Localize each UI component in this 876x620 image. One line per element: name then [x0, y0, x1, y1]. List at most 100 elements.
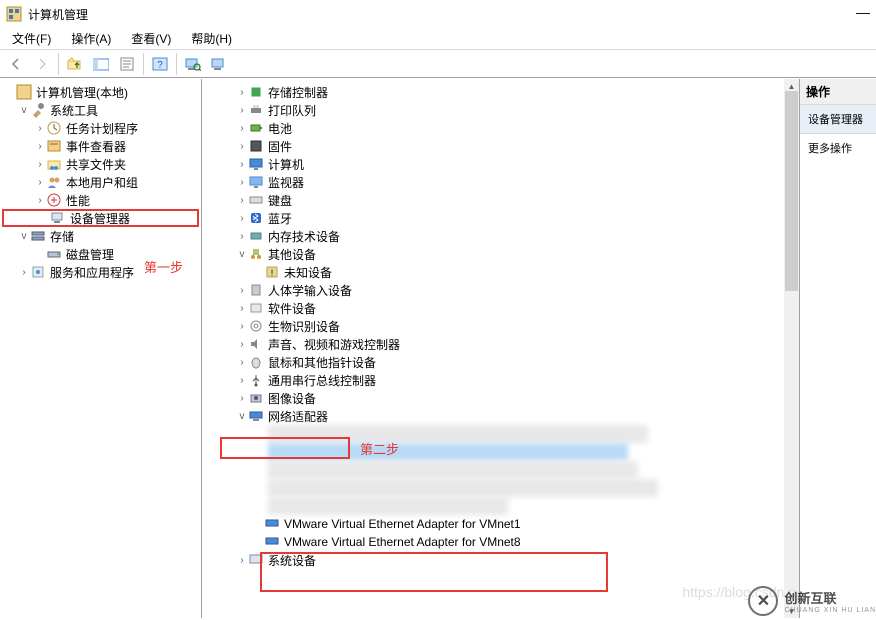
node-label: 声音、视频和游戏控制器: [268, 336, 400, 353]
keyboard-icon: [248, 192, 264, 208]
node-label: 电池: [268, 120, 292, 137]
node-sound[interactable]: ›声音、视频和游戏控制器: [202, 335, 784, 353]
tree-device-manager[interactable]: 设备管理器: [2, 209, 199, 227]
device-tree[interactable]: ›存储控制器 ›打印队列 ›电池 ›固件 ›计算机 ›监视器 ›键盘 ›蓝牙 ›…: [202, 79, 784, 618]
node-label: 软件设备: [268, 300, 316, 317]
network-icon: [248, 408, 264, 424]
node-mouse[interactable]: ›鼠标和其他指针设备: [202, 353, 784, 371]
battery-icon: [248, 120, 264, 136]
tree-task-scheduler[interactable]: ›任务计划程序: [0, 119, 201, 137]
tree-label: 系统工具: [50, 102, 98, 119]
node-network-adapters[interactable]: v网络适配器: [202, 407, 784, 425]
node-firmware[interactable]: ›固件: [202, 137, 784, 155]
node-label: 系统设备: [268, 552, 316, 569]
title-bar: 计算机管理 —: [0, 0, 876, 28]
node-label: 打印队列: [268, 102, 316, 119]
node-label: VMware Virtual Ethernet Adapter for VMne…: [284, 517, 521, 531]
biometric-icon: [248, 318, 264, 334]
tree-performance[interactable]: ›性能: [0, 191, 201, 209]
node-label: 存储控制器: [268, 84, 328, 101]
node-system-devices[interactable]: ›系统设备: [202, 551, 784, 569]
toolbar: ?: [0, 50, 876, 78]
tree-label: 设备管理器: [70, 210, 130, 227]
node-monitor[interactable]: ›监视器: [202, 173, 784, 191]
properties-button[interactable]: [115, 52, 139, 76]
node-unknown-device[interactable]: !未知设备: [202, 263, 784, 281]
performance-icon: [46, 192, 62, 208]
forward-button[interactable]: [30, 52, 54, 76]
refresh-button[interactable]: [207, 52, 231, 76]
scan-button[interactable]: [181, 52, 205, 76]
node-label: 其他设备: [268, 246, 316, 263]
node-computer[interactable]: ›计算机: [202, 155, 784, 173]
show-hide-tree-button[interactable]: [89, 52, 113, 76]
toolbar-separator: [58, 53, 59, 75]
imaging-icon: [248, 390, 264, 406]
tree-system-tools[interactable]: v系统工具: [0, 101, 201, 119]
annotation-step2: 第二步: [360, 439, 399, 458]
node-network-item-blurred[interactable]: [268, 461, 638, 479]
node-usb[interactable]: ›通用串行总线控制器: [202, 371, 784, 389]
tree-label: 共享文件夹: [66, 156, 126, 173]
sound-icon: [248, 336, 264, 352]
tree-event-viewer[interactable]: ›事件查看器: [0, 137, 201, 155]
node-hid[interactable]: ›人体学输入设备: [202, 281, 784, 299]
watermark-sub: CHUANG XIN HU LIAN: [784, 607, 876, 614]
vertical-scrollbar[interactable]: ▲ ▼: [784, 79, 799, 618]
bluetooth-icon: [248, 210, 264, 226]
node-print-queues[interactable]: ›打印队列: [202, 101, 784, 119]
node-vmnet8[interactable]: VMware Virtual Ethernet Adapter for VMne…: [202, 533, 784, 551]
node-bluetooth[interactable]: ›蓝牙: [202, 209, 784, 227]
disk-icon: [46, 246, 62, 262]
menu-file[interactable]: 文件(F): [4, 28, 59, 49]
node-software-devices[interactable]: ›软件设备: [202, 299, 784, 317]
shared-folder-icon: [46, 156, 62, 172]
center-device-tree-pane: ›存储控制器 ›打印队列 ›电池 ›固件 ›计算机 ›监视器 ›键盘 ›蓝牙 ›…: [202, 79, 800, 618]
node-keyboard[interactable]: ›键盘: [202, 191, 784, 209]
node-memory-tech[interactable]: ›内存技术设备: [202, 227, 784, 245]
left-tree-pane[interactable]: 计算机管理(本地) v系统工具 ›任务计划程序 ›事件查看器 ›共享文件夹 ›本…: [0, 79, 202, 618]
node-label: VMware Virtual Ethernet Adapter for VMne…: [284, 535, 521, 549]
tree-shared-folders[interactable]: ›共享文件夹: [0, 155, 201, 173]
system-device-icon: [248, 552, 264, 568]
menu-help[interactable]: 帮助(H): [183, 28, 240, 49]
node-biometric[interactable]: ›生物识别设备: [202, 317, 784, 335]
node-network-item-blurred[interactable]: [268, 479, 658, 497]
node-label: 固件: [268, 138, 292, 155]
annotation-step1: 第一步: [144, 257, 183, 276]
node-battery[interactable]: ›电池: [202, 119, 784, 137]
window-title: 计算机管理: [28, 6, 88, 23]
node-label: 键盘: [268, 192, 292, 209]
node-storage-controllers[interactable]: ›存储控制器: [202, 83, 784, 101]
actions-context[interactable]: 设备管理器: [800, 105, 876, 134]
actions-more[interactable]: 更多操作: [800, 134, 876, 162]
node-vmnet1[interactable]: VMware Virtual Ethernet Adapter for VMne…: [202, 515, 784, 533]
printer-icon: [248, 102, 264, 118]
tree-root-computer-mgmt[interactable]: 计算机管理(本地): [0, 83, 201, 101]
node-label: 通用串行总线控制器: [268, 372, 376, 389]
node-imaging[interactable]: ›图像设备: [202, 389, 784, 407]
node-other-devices[interactable]: v其他设备: [202, 245, 784, 263]
help-button[interactable]: ?: [148, 52, 172, 76]
up-button[interactable]: [63, 52, 87, 76]
node-network-item-blurred[interactable]: [268, 425, 648, 443]
menu-view[interactable]: 查看(V): [123, 28, 179, 49]
menu-action[interactable]: 操作(A): [63, 28, 119, 49]
tree-storage[interactable]: v存储: [0, 227, 201, 245]
tree-label: 计算机管理(本地): [36, 84, 128, 101]
node-network-item-selected-blurred[interactable]: [268, 443, 628, 461]
memory-icon: [248, 228, 264, 244]
watermark: ✕ 创新互联 CHUANG XIN HU LIAN: [748, 586, 876, 616]
node-label: 生物识别设备: [268, 318, 340, 335]
node-network-item-blurred[interactable]: [268, 497, 508, 515]
storage-icon: [30, 228, 46, 244]
tree-local-users[interactable]: ›本地用户和组: [0, 173, 201, 191]
minimize-button[interactable]: —: [856, 4, 870, 20]
back-button[interactable]: [4, 52, 28, 76]
node-label: 蓝牙: [268, 210, 292, 227]
node-label: 人体学输入设备: [268, 282, 352, 299]
tree-label: 本地用户和组: [66, 174, 138, 191]
scroll-thumb[interactable]: [785, 91, 798, 291]
watermark-brand: 创新互联: [784, 588, 876, 607]
tree-label: 磁盘管理: [66, 246, 114, 263]
